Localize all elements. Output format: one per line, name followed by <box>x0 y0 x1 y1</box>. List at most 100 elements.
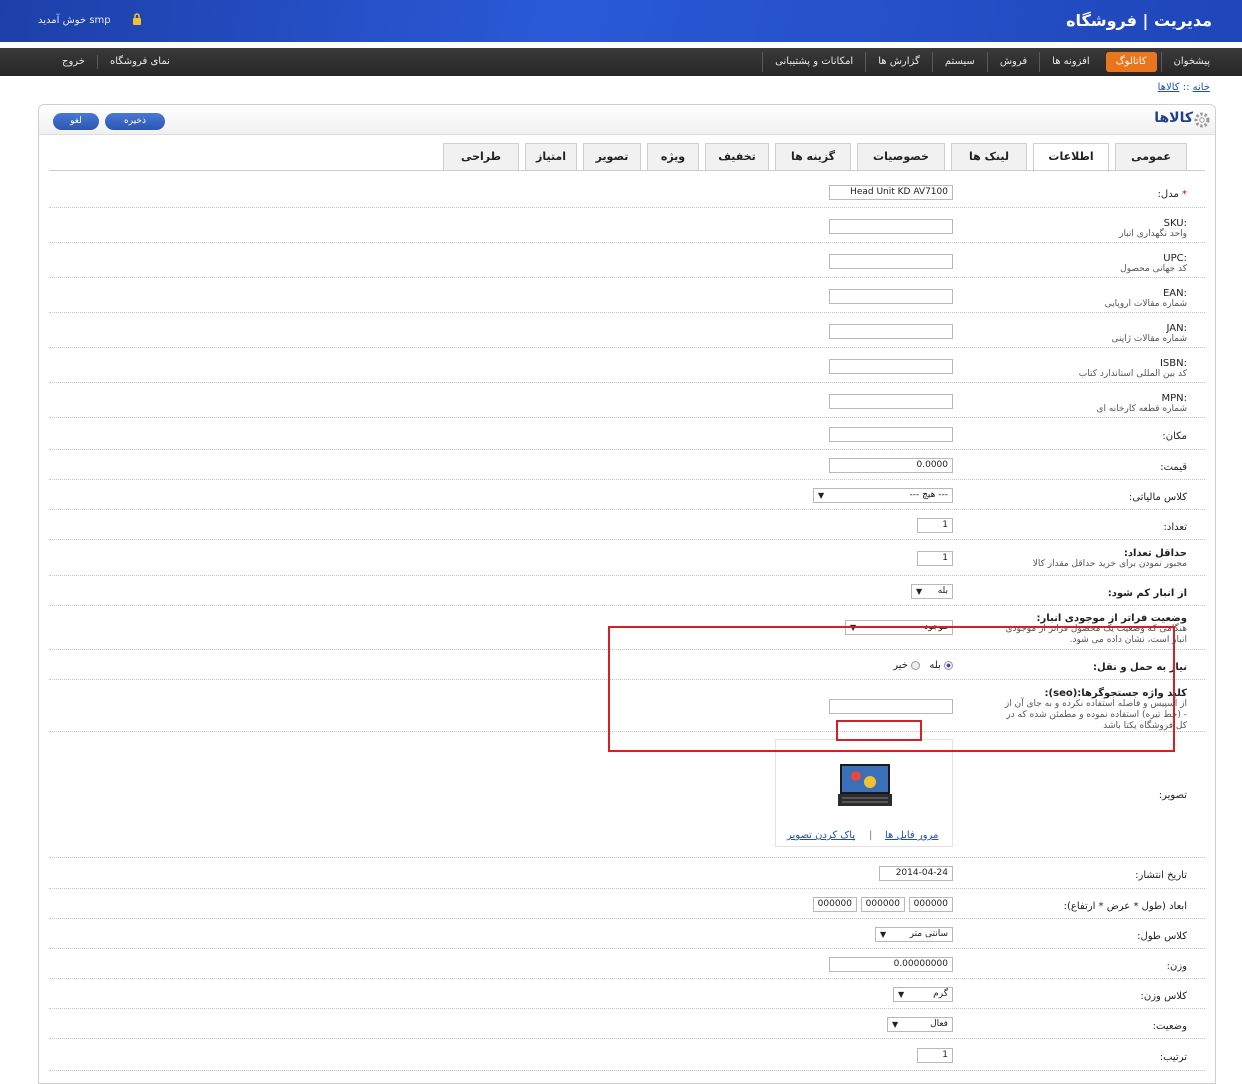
minimum-label: حداقل تعداد: <box>1123 548 1187 559</box>
product-thumbnail[interactable] <box>830 762 900 810</box>
top-header: مدیریت | فروشگاه smp خوش آمدید <box>0 0 1242 42</box>
welcome-text: smp خوش آمدید <box>38 15 111 26</box>
form-row-weight: وزن: 0.00000000 <box>49 949 1205 979</box>
form-row-weight-class: کلاس وزن: گرم ▼ <box>49 979 1205 1009</box>
chevron-down-icon: ▼ <box>818 491 825 500</box>
logout-link[interactable]: خروج <box>50 56 97 69</box>
breadcrumb-home[interactable]: خانه <box>1193 82 1210 93</box>
tab-discount[interactable]: تخفیف <box>705 143 769 170</box>
status-label: وضعیت: <box>1152 1021 1187 1032</box>
width-input[interactable]: 000000 <box>861 897 905 912</box>
breadcrumb: خانه :: کالاها <box>1158 82 1210 93</box>
weight-class-value: گرم <box>933 989 948 999</box>
save-button[interactable]: ذخیره <box>105 113 165 130</box>
form-row-upc: :UPC کد جهانی محصول <box>49 243 1205 278</box>
breadcrumb-products[interactable]: کالاها <box>1158 82 1180 93</box>
store-front-link[interactable]: نمای فروشگاه <box>98 56 182 69</box>
mpn-label: :MPN <box>1161 393 1187 404</box>
minimum-help: مجبور نمودن برای خرید حداقل مقدار کالا <box>1032 559 1187 569</box>
date-input[interactable]: 2014-04-24 <box>879 866 953 881</box>
tab-reward[interactable]: امتیاز <box>525 143 577 170</box>
sku-label: :SKU <box>1163 218 1187 229</box>
breadcrumb-sep: :: <box>1179 82 1193 93</box>
tax-class-select[interactable]: --- هیچ --- ▼ <box>813 488 953 503</box>
jan-input[interactable] <box>829 324 953 339</box>
tab-general[interactable]: عمومی <box>1115 143 1187 170</box>
image-label: تصویر: <box>1158 790 1187 801</box>
sku-input[interactable] <box>829 219 953 234</box>
mpn-help: شماره قطعه کارخانه ای <box>1096 404 1187 414</box>
link-separator: | <box>869 830 873 841</box>
gear-icon <box>1194 112 1210 128</box>
menu-help[interactable]: امکانات و پشتیبانی <box>762 52 865 72</box>
browse-files-link[interactable]: مرور فایل ها <box>885 830 938 841</box>
length-input[interactable]: 000000 <box>909 897 953 912</box>
form-row-minimum: حداقل تعداد: مجبور نمودن برای خرید حداقل … <box>49 540 1205 576</box>
tab-options[interactable]: گزینه ها <box>775 143 851 170</box>
model-label: مدل: <box>1157 189 1179 200</box>
price-input[interactable]: 0.0000 <box>829 458 953 473</box>
form-row-sku: :SKU واحد نگهداری انبار <box>49 208 1205 243</box>
model-input[interactable]: Head Unit KD AV7100 <box>829 185 953 200</box>
length-class-label: کلاس طول: <box>1137 931 1187 942</box>
length-class-value: سانتی متر <box>909 929 948 939</box>
cancel-button[interactable]: لغو <box>53 113 99 130</box>
sort-input[interactable]: 1 <box>917 1048 953 1063</box>
form-row-date: تاریخ انتشار: 2014-04-24 <box>49 858 1205 889</box>
upc-input[interactable] <box>829 254 953 269</box>
jan-label: :JAN <box>1166 323 1187 334</box>
form-row-subtract: از انبار کم شود: بله ▼ <box>49 576 1205 606</box>
subtract-label: از انبار کم شود: <box>1107 588 1187 599</box>
tax-class-value: --- هیچ --- <box>909 490 948 500</box>
menu-system[interactable]: سیستم <box>931 52 987 72</box>
length-class-select[interactable]: سانتی متر ▼ <box>875 927 953 942</box>
form-row-quantity: تعداد: 1 <box>49 510 1205 540</box>
tab-attributes[interactable]: خصوصیات <box>857 143 945 170</box>
isbn-input[interactable] <box>829 359 953 374</box>
form-row-length-class: کلاس طول: سانتی متر ▼ <box>49 919 1205 949</box>
weight-input[interactable]: 0.00000000 <box>829 957 953 972</box>
tab-special[interactable]: ویژه <box>647 143 699 170</box>
app-title: مدیریت | فروشگاه <box>1066 11 1212 30</box>
menu-dashboard[interactable]: پیشخوان <box>1160 52 1222 72</box>
tab-image[interactable]: تصویر <box>583 143 641 170</box>
menu-extensions[interactable]: افزونه ها <box>1039 52 1102 72</box>
minimum-input[interactable]: 1 <box>917 551 953 566</box>
location-input[interactable] <box>829 427 953 442</box>
ean-input[interactable] <box>829 289 953 304</box>
tab-links[interactable]: لینک ها <box>951 143 1027 170</box>
tab-bar: عمومی اطلاعات لینک ها خصوصیات گزینه ها ت… <box>437 143 1187 172</box>
ean-label: :EAN <box>1162 288 1187 299</box>
tax-class-label: کلاس مالیاتی: <box>1128 492 1187 503</box>
sort-label: ترتیب: <box>1159 1052 1187 1063</box>
menu-catalog[interactable]: کاتالوگ <box>1105 52 1157 72</box>
tab-design[interactable]: طراحی <box>443 143 519 170</box>
menu-reports[interactable]: گزارش ها <box>865 52 932 72</box>
highlight-frame-small <box>836 720 922 741</box>
weight-class-label: کلاس وزن: <box>1140 991 1187 1002</box>
form-row-tax-class: کلاس مالیاتی: --- هیچ --- ▼ <box>49 480 1205 510</box>
form-row-ean: :EAN شماره مقالات اروپایی <box>49 278 1205 313</box>
tab-data[interactable]: اطلاعات <box>1033 143 1109 172</box>
menu-sales[interactable]: فروش <box>986 52 1039 72</box>
chevron-down-icon: ▼ <box>880 930 887 939</box>
quantity-input[interactable]: 1 <box>917 518 953 533</box>
clear-image-link[interactable]: پاک کردن تصویر <box>787 830 855 841</box>
sku-help: واحد نگهداری انبار <box>1119 229 1187 239</box>
price-label: قیمت: <box>1160 462 1187 473</box>
tab-divider <box>49 170 1205 171</box>
height-input[interactable]: 000000 <box>813 897 857 912</box>
status-select[interactable]: فعال ▼ <box>887 1017 953 1032</box>
weight-class-select[interactable]: گرم ▼ <box>893 987 953 1002</box>
subtract-select[interactable]: بله ▼ <box>911 584 953 599</box>
dimensions-label: ابعاد (طول * عرض * ارتفاع): <box>1063 901 1187 912</box>
form-row-price: قیمت: 0.0000 <box>49 450 1205 480</box>
quantity-label: تعداد: <box>1163 522 1187 533</box>
form-row-jan: :JAN شماره مقالات ژاپنی <box>49 313 1205 348</box>
form-row-model: * مدل: Head Unit KD AV7100 <box>49 175 1205 208</box>
location-label: مکان: <box>1162 431 1187 442</box>
upc-label: :UPC <box>1163 253 1187 264</box>
form-row-sort: ترتیب: 1 <box>49 1039 1205 1071</box>
isbn-label: :ISBN <box>1159 358 1187 369</box>
mpn-input[interactable] <box>829 394 953 409</box>
